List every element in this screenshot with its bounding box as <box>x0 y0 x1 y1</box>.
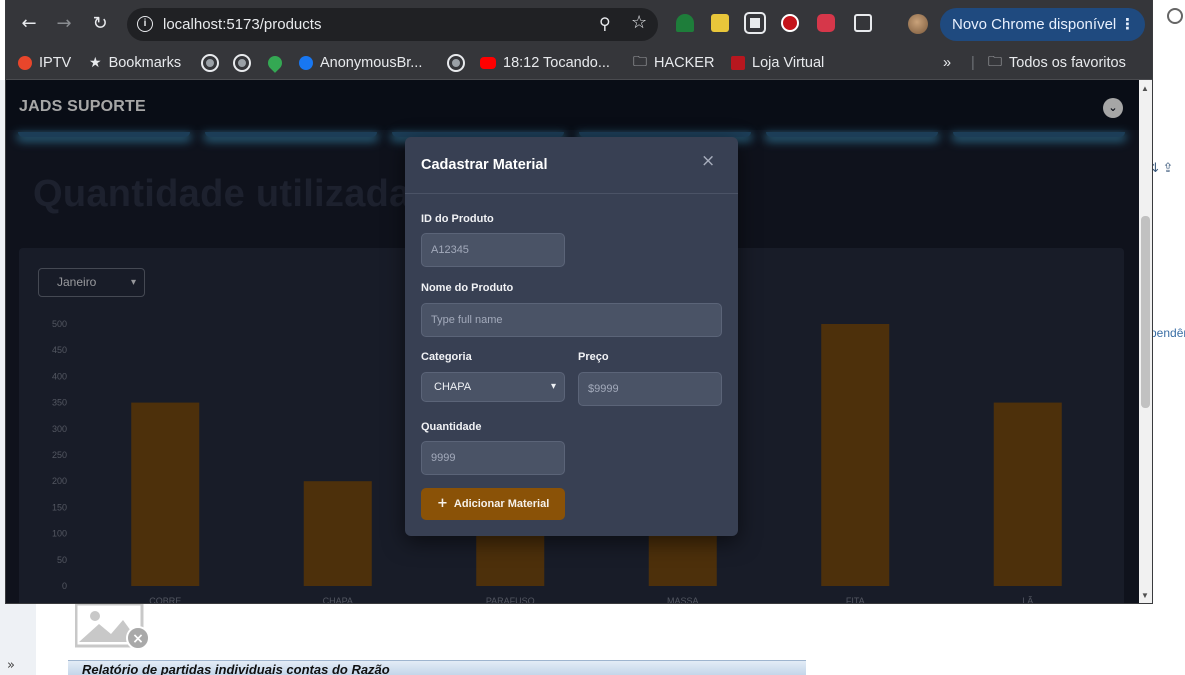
close-icon[interactable]: × <box>701 153 715 170</box>
background-report-bar: Relatório de partidas individuais contas… <box>68 660 806 675</box>
page-scrollbar[interactable]: ▲ ▼ <box>1139 80 1152 603</box>
extension-green-icon[interactable] <box>676 14 694 32</box>
extension-square-icon[interactable] <box>744 12 766 34</box>
iptv-icon <box>18 56 32 70</box>
background-expand-icon: » <box>7 658 15 673</box>
globe-icon <box>447 54 465 72</box>
scroll-up-icon[interactable]: ▲ <box>1141 84 1149 93</box>
add-material-button[interactable]: + Adicionar Material <box>421 488 565 520</box>
product-id-label: ID do Produto <box>421 213 494 225</box>
extensions-puzzle-icon[interactable] <box>854 14 872 32</box>
category-select-value: CHAPA <box>434 381 472 393</box>
maps-pin-icon <box>265 53 285 73</box>
folder-icon: 🗀 <box>988 54 1002 70</box>
browser-toolbar: ← → ↻ i localhost:5173/products ⚲ ☆ Novo… <box>6 0 1152 47</box>
quantity-label: Quantidade <box>421 421 482 433</box>
price-input[interactable]: $9999 <box>578 372 722 406</box>
site-info-icon[interactable]: i <box>137 16 153 32</box>
bookmark-bookmarks[interactable]: ★ Bookmarks <box>89 53 181 73</box>
folder-icon: 🗀 <box>633 54 647 70</box>
address-bar[interactable]: i localhost:5173/products ⚲ ☆ <box>127 8 658 41</box>
modal-title: Cadastrar Material <box>421 157 548 173</box>
plus-icon: + <box>437 496 448 511</box>
youtube-icon <box>480 57 496 69</box>
star-icon: ★ <box>89 55 102 71</box>
forward-button[interactable]: → <box>53 13 75 35</box>
all-bookmarks-button[interactable]: 🗀 Todos os favoritos <box>988 53 1126 73</box>
bookmark-hacker[interactable]: 🗀 HACKER <box>633 53 714 73</box>
bookmark-globe-2[interactable] <box>233 53 256 73</box>
extension-stop-icon[interactable] <box>781 14 799 32</box>
product-name-label: Nome do Produto <box>421 282 514 294</box>
product-id-input[interactable]: A12345 <box>421 233 565 267</box>
bookmarks-overflow-button[interactable]: » <box>943 53 951 73</box>
profile-avatar[interactable] <box>908 14 928 34</box>
bookmark-maps[interactable] <box>265 53 289 73</box>
scrollbar-thumb[interactable] <box>1141 216 1150 408</box>
quantity-input[interactable]: 9999 <box>421 441 565 475</box>
reload-button[interactable]: ↻ <box>89 13 111 35</box>
bookmarks-bar: IPTV ★ Bookmarks AnonymousBr... 18:12 Toc… <box>6 47 1152 80</box>
bookmark-globe-3[interactable] <box>447 53 470 73</box>
svg-text:×: × <box>132 631 144 647</box>
back-button[interactable]: ← <box>18 13 40 35</box>
category-label: Categoria <box>421 351 472 363</box>
bookmark-star-icon[interactable]: ☆ <box>631 12 647 33</box>
scroll-down-icon[interactable]: ▼ <box>1141 591 1149 600</box>
facebook-icon <box>299 56 313 70</box>
chrome-update-button[interactable]: Novo Chrome disponível ⋮ <box>940 8 1145 41</box>
globe-icon <box>201 54 219 72</box>
url-text[interactable]: localhost:5173/products <box>163 16 321 33</box>
browser-window: ← → ↻ i localhost:5173/products ⚲ ☆ Novo… <box>6 0 1152 603</box>
register-material-modal: Cadastrar Material × ID do Produto A1234… <box>405 137 738 536</box>
bookmark-loja[interactable]: Loja Virtual <box>731 53 824 73</box>
bookmark-youtube[interactable]: 18:12 Tocando... <box>480 53 610 73</box>
modal-header: Cadastrar Material × <box>405 137 738 194</box>
menu-dots-icon[interactable]: ⋮ <box>1120 8 1135 41</box>
extension-js-icon[interactable] <box>711 14 729 32</box>
page-viewport: JADS SUPORTE ⌄ Quantidade utilizada Jane… <box>6 80 1139 603</box>
bookmark-iptv[interactable]: IPTV <box>18 53 71 73</box>
category-select[interactable]: CHAPA ▾ <box>421 372 565 402</box>
broken-image-icon: × <box>75 602 150 650</box>
chevron-down-icon: ▾ <box>550 381 556 392</box>
background-right-snippet: pendên <box>1150 326 1185 340</box>
bookmarks-divider: | <box>971 55 975 71</box>
bookmark-globe-1[interactable] <box>201 53 224 73</box>
bookmark-anonymous[interactable]: AnonymousBr... <box>299 53 422 73</box>
background-profile-icon <box>1167 8 1183 24</box>
product-name-input[interactable]: Type full name <box>421 303 722 337</box>
chrome-update-label: Novo Chrome disponível <box>952 16 1117 33</box>
price-label: Preço <box>578 351 609 363</box>
extension-block-icon[interactable] <box>817 14 835 32</box>
search-icon[interactable]: ⚲ <box>599 14 611 34</box>
store-icon <box>731 56 745 70</box>
background-report-title: Relatório de partidas individuais contas… <box>82 662 390 675</box>
add-material-label: Adicionar Material <box>453 498 550 510</box>
globe-icon <box>233 54 251 72</box>
